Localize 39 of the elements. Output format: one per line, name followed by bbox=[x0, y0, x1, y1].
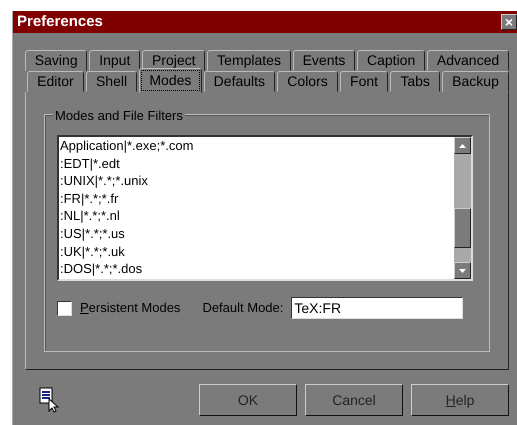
document-cursor-icon bbox=[39, 387, 61, 413]
scroll-down-button[interactable] bbox=[454, 262, 471, 279]
close-button[interactable]: × bbox=[501, 14, 517, 30]
tab[interactable]: Colors bbox=[277, 71, 338, 92]
persistent-modes-checkbox[interactable] bbox=[57, 300, 72, 316]
default-mode-label: Default Mode: bbox=[202, 299, 284, 318]
list-item[interactable]: Application|*.exe;*.com bbox=[60, 137, 454, 155]
tab[interactable]: Defaults bbox=[204, 71, 276, 92]
tab[interactable]: Advanced bbox=[427, 50, 509, 71]
tab[interactable]: Backup bbox=[442, 71, 509, 92]
tab[interactable]: Font bbox=[340, 71, 388, 92]
tab[interactable]: Caption bbox=[357, 50, 426, 71]
list-item[interactable]: :FR|*.*;*.fr bbox=[60, 190, 454, 208]
list-item[interactable]: :UNIX|*.*;*.unix bbox=[60, 172, 454, 190]
window-title: Preferences bbox=[17, 12, 103, 32]
checkbox-label[interactable]: Persistent Modes bbox=[80, 298, 180, 318]
scroll-thumb[interactable] bbox=[454, 208, 471, 248]
list-item[interactable]: :US|*.*;*.us bbox=[60, 224, 454, 243]
dialog-button[interactable]: Help bbox=[411, 384, 509, 416]
tab[interactable]: Modes bbox=[139, 68, 202, 93]
tab[interactable]: Tabs bbox=[390, 71, 440, 92]
dialog-button[interactable]: Cancel bbox=[305, 384, 403, 416]
down-arrow-icon bbox=[459, 268, 466, 272]
tab[interactable]: Events bbox=[292, 50, 356, 71]
tab[interactable]: Shell bbox=[86, 71, 138, 92]
up-arrow-icon bbox=[459, 144, 466, 148]
dialog-button[interactable]: OK bbox=[199, 384, 297, 416]
tab[interactable]: Editor bbox=[27, 71, 84, 92]
modes-list[interactable]: Application|*.exe;*.com :EDT|*.edt :UNIX|*.*;*.unix :FR|*.*;*.fr :NL|*.*;*.nl :US|*.*;*.us :UK|*.*;*.uk :DOS|*.*;*.dos bbox=[57, 135, 473, 281]
scrollbar[interactable] bbox=[454, 137, 471, 279]
list-item[interactable]: :DOS|*.*;*.dos bbox=[60, 260, 454, 278]
tab[interactable]: Saving bbox=[25, 50, 88, 71]
tab[interactable]: Input bbox=[89, 50, 140, 71]
scroll-up-button[interactable] bbox=[454, 137, 471, 154]
default-mode-field[interactable]: TeX:FR bbox=[291, 297, 464, 319]
tab[interactable]: Templates bbox=[207, 50, 291, 71]
list-item[interactable]: :EDT|*.edt bbox=[60, 154, 454, 172]
list-item[interactable]: :UK|*.*;*.uk bbox=[60, 242, 454, 260]
list-item[interactable]: :NL|*.*;*.nl bbox=[60, 207, 454, 225]
